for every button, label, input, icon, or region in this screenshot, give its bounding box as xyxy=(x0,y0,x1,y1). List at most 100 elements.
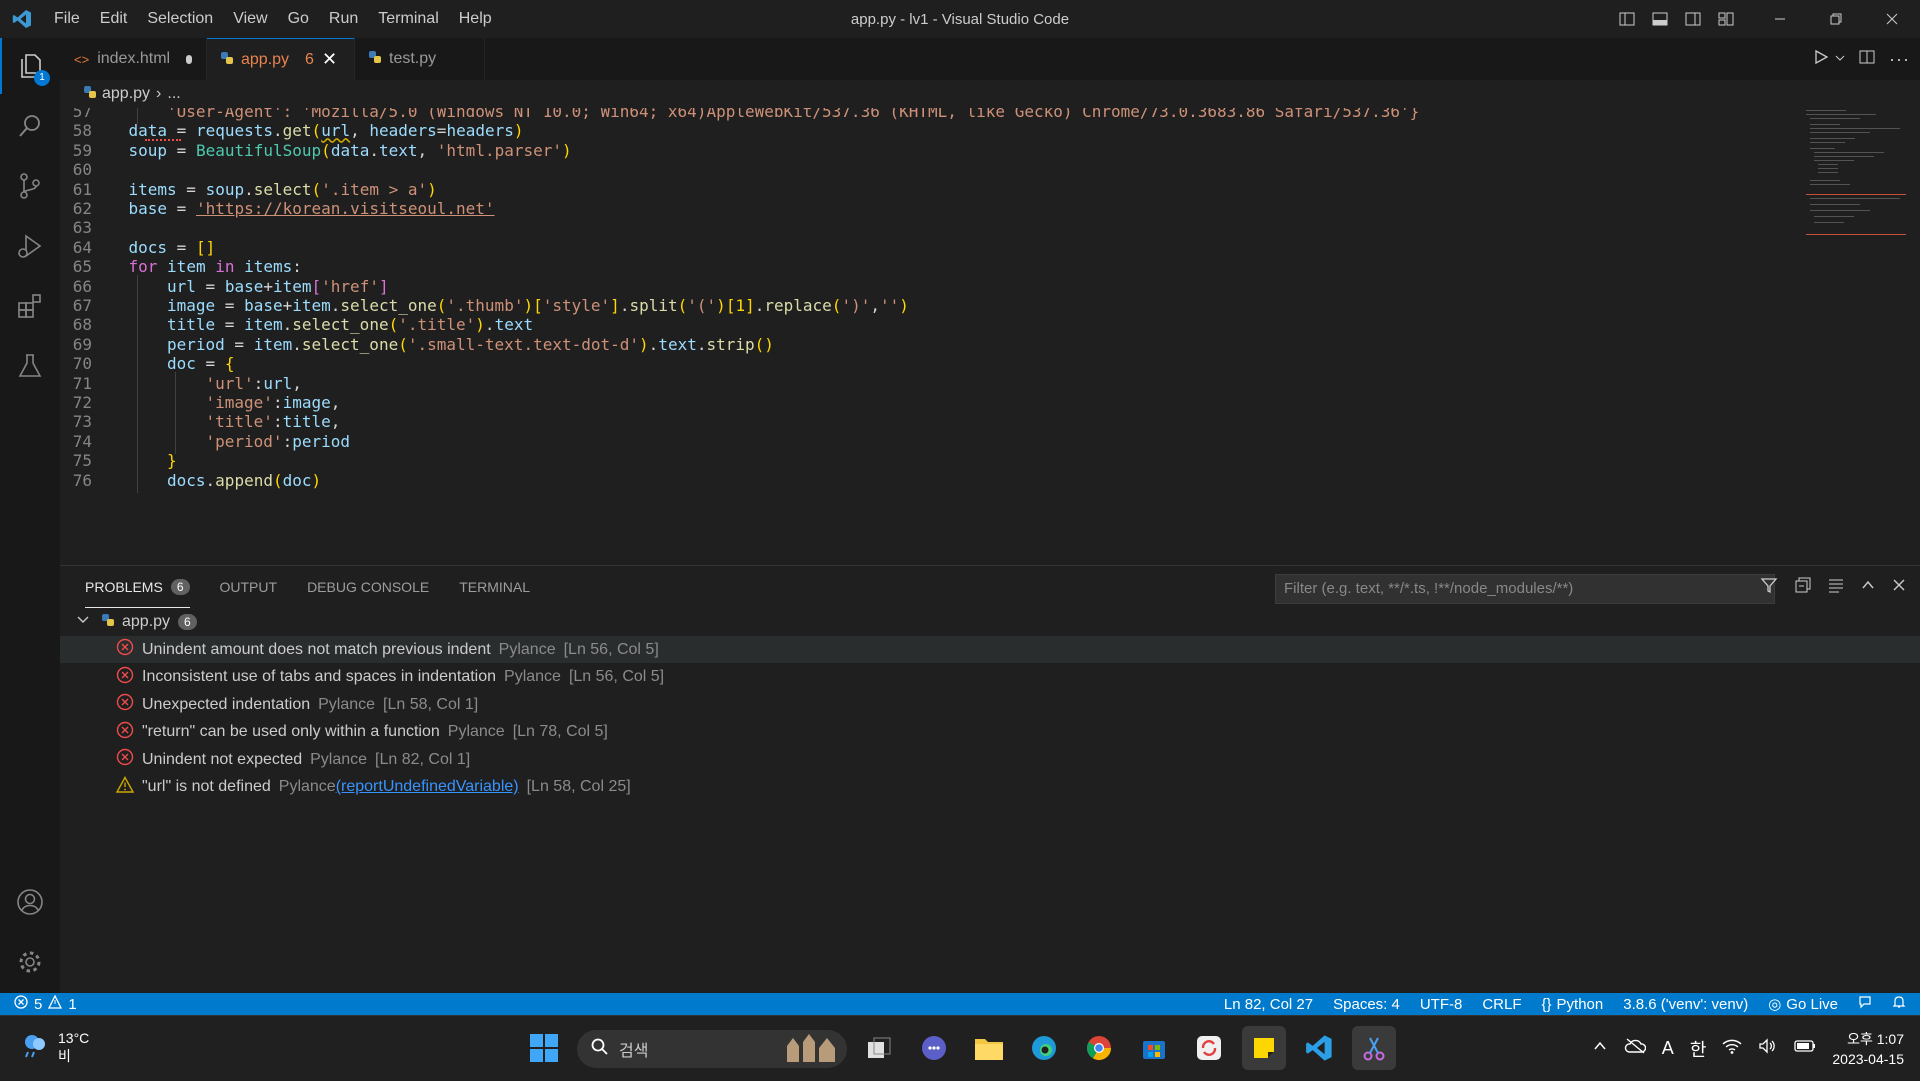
minimap[interactable] xyxy=(1802,108,1910,268)
weather-widget[interactable]: 13°C 비 xyxy=(18,1028,89,1065)
menu-selection[interactable]: Selection xyxy=(137,0,223,38)
tab-app-py[interactable]: app.py 6 ✕ xyxy=(207,38,355,80)
tab-index-html[interactable]: <> index.html xyxy=(60,38,207,80)
tab-output[interactable]: OUTPUT xyxy=(220,566,278,608)
code-token: ( xyxy=(436,296,447,315)
code-token: doc xyxy=(282,470,312,490)
toggle-secondary-sidebar-button[interactable] xyxy=(1676,0,1709,38)
go-live[interactable]: ◎ Go Live xyxy=(1768,995,1838,1014)
menu-view[interactable]: View xyxy=(223,0,277,38)
ime-mode-a[interactable]: A xyxy=(1662,1038,1674,1059)
source-control-icon[interactable] xyxy=(0,158,60,214)
code-token: { xyxy=(224,354,235,374)
collapse-all-icon[interactable] xyxy=(1795,577,1811,598)
problem-item[interactable]: Unindent amount does not match previous … xyxy=(60,636,1920,663)
maximize-panel-icon[interactable] xyxy=(1861,578,1875,597)
customize-layout-button[interactable] xyxy=(1709,0,1742,38)
tab-problems[interactable]: PROBLEMS 6 xyxy=(85,566,190,608)
feedback-icon[interactable] xyxy=(1858,995,1872,1013)
warning-icon xyxy=(48,994,63,1013)
start-windows-icon[interactable] xyxy=(522,1026,566,1070)
code-token: ) xyxy=(716,296,726,315)
problem-item[interactable]: Unexpected indentation Pylance [Ln 58, Col… xyxy=(60,691,1920,718)
problem-rule-link[interactable]: (reportUndefinedVariable) xyxy=(336,778,519,796)
problem-message: Unindent amount does not match previous … xyxy=(142,640,491,658)
code-editor[interactable]: 57 'User-Agent': 'Mozilla/5.0 (Windows NT… xyxy=(60,108,1920,565)
close-panel-icon[interactable] xyxy=(1892,578,1906,597)
close-window-button[interactable] xyxy=(1864,0,1920,38)
menu-file[interactable]: File xyxy=(44,0,90,38)
snipping-tool-icon[interactable] xyxy=(1352,1026,1396,1070)
search-label: 검색 xyxy=(619,1043,649,1060)
manage-gear-icon[interactable] xyxy=(0,934,60,990)
microsoft-store-icon[interactable] xyxy=(1132,1026,1176,1070)
split-editor-icon[interactable] xyxy=(1859,49,1875,70)
explorer-icon[interactable]: 1 xyxy=(0,38,60,94)
menu-help[interactable]: Help xyxy=(449,0,502,38)
code-line[interactable]: 76 docs.append(doc) xyxy=(60,468,1760,493)
battery-icon[interactable] xyxy=(1794,1039,1816,1058)
edge-browser-icon[interactable] xyxy=(1022,1026,1066,1070)
onedrive-cloud-icon[interactable] xyxy=(1624,1038,1646,1059)
close-tab-icon[interactable]: ✕ xyxy=(322,49,337,70)
restore-button[interactable] xyxy=(1808,0,1864,38)
minimize-button[interactable] xyxy=(1752,0,1808,38)
problem-item[interactable]: Unindent not expected Pylance [Ln 82, Col … xyxy=(60,746,1920,773)
sticky-notes-icon[interactable] xyxy=(1242,1026,1286,1070)
problem-item[interactable]: Inconsistent use of tabs and spaces in i… xyxy=(60,664,1920,691)
toggle-primary-sidebar-button[interactable] xyxy=(1610,0,1643,38)
indentation[interactable]: Spaces: 4 xyxy=(1333,996,1400,1013)
problem-item[interactable]: "return" can be used only within a funct… xyxy=(60,719,1920,746)
extensions-icon[interactable] xyxy=(0,278,60,334)
taskbar-search[interactable]: 검색 xyxy=(577,1030,847,1068)
explorer-badge: 1 xyxy=(34,70,50,86)
problem-source: Pylance xyxy=(504,668,561,685)
problems-filter-input[interactable]: Filter (e.g. text, **/*.ts, !**/node_mod… xyxy=(1275,574,1775,604)
notifications-bell-icon[interactable] xyxy=(1892,995,1906,1013)
menu-run[interactable]: Run xyxy=(319,0,368,38)
testing-icon[interactable] xyxy=(0,338,60,394)
wifi-icon[interactable] xyxy=(1722,1038,1742,1059)
run-python-file-icon[interactable] xyxy=(1813,49,1829,70)
tab-terminal[interactable]: TERMINAL xyxy=(459,566,530,608)
problems-status[interactable]: 5 1 xyxy=(0,993,77,1015)
volume-icon[interactable] xyxy=(1758,1038,1778,1059)
vscode-taskbar-icon[interactable] xyxy=(1297,1026,1341,1070)
python-interpreter[interactable]: 3.8.6 ('venv': venv) xyxy=(1623,996,1748,1013)
code-token: . xyxy=(292,334,302,354)
search-icon[interactable] xyxy=(0,98,60,154)
tab-debug-console[interactable]: DEBUG CONSOLE xyxy=(307,566,429,608)
tab-test-py[interactable]: test.py xyxy=(355,38,485,80)
menu-terminal[interactable]: Terminal xyxy=(368,0,448,38)
code-token: split xyxy=(629,296,678,315)
code-token: url xyxy=(321,121,351,141)
breadcrumb-more[interactable]: ... xyxy=(167,85,180,103)
filter-icon[interactable] xyxy=(1760,576,1778,599)
encoding[interactable]: UTF-8 xyxy=(1420,996,1463,1013)
end-of-line[interactable]: CRLF xyxy=(1482,996,1521,1013)
breadcrumb-file[interactable]: app.py xyxy=(102,85,150,103)
cursor-position[interactable]: Ln 82, Col 27 xyxy=(1224,996,1313,1013)
menu-go[interactable]: Go xyxy=(278,0,319,38)
problems-file-row[interactable]: app.py 6 xyxy=(60,608,1920,636)
view-as-list-icon[interactable] xyxy=(1828,577,1844,598)
clock[interactable]: 오후 1:07 2023-04-15 xyxy=(1832,1029,1904,1069)
code-token: in xyxy=(215,257,235,277)
chrome-browser-icon[interactable] xyxy=(1077,1026,1121,1070)
activity-bar: 1 xyxy=(0,38,60,993)
teams-chat-icon[interactable] xyxy=(912,1026,956,1070)
language-mode[interactable]: {} Python xyxy=(1542,996,1604,1013)
ime-mode-han[interactable]: 한 xyxy=(1690,1036,1707,1062)
task-view-icon[interactable] xyxy=(857,1026,901,1070)
menu-edit[interactable]: Edit xyxy=(90,0,138,38)
problem-item[interactable]: "url" is not defined Pylance (reportUndefi… xyxy=(60,774,1920,801)
code-token: item xyxy=(253,334,293,354)
more-actions-icon[interactable]: ··· xyxy=(1889,49,1910,70)
accounts-icon[interactable] xyxy=(0,874,60,930)
chevron-down-icon[interactable] xyxy=(1835,50,1845,68)
toggle-panel-button[interactable] xyxy=(1643,0,1676,38)
show-hidden-icons-chevron-up-icon[interactable] xyxy=(1592,1038,1608,1059)
sync-app-icon[interactable] xyxy=(1187,1026,1231,1070)
file-explorer-icon[interactable] xyxy=(967,1026,1011,1070)
run-debug-icon[interactable] xyxy=(0,218,60,274)
